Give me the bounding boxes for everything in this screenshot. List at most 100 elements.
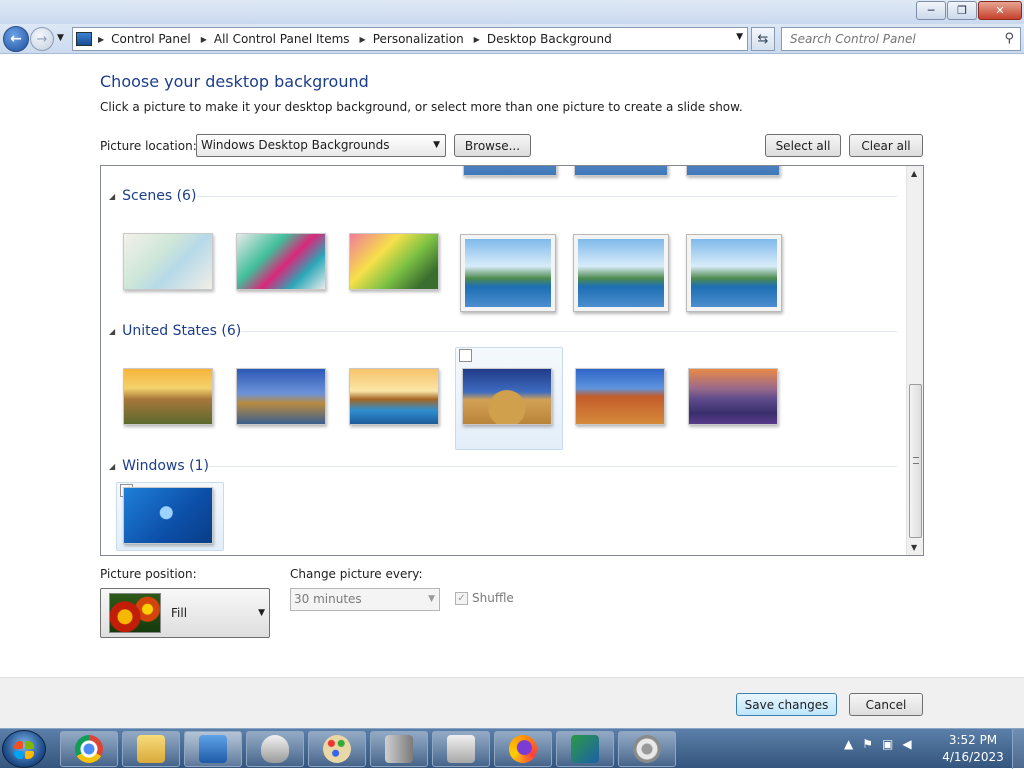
- title-bar: ─ ❐ ✕: [0, 0, 1024, 24]
- chevron-right-icon[interactable]: ▶: [98, 35, 104, 44]
- firefox-icon: [509, 735, 537, 763]
- taskbar-display[interactable]: [556, 731, 614, 767]
- collapse-triangle-icon[interactable]: ◢: [109, 327, 115, 336]
- group-title: Windows (1): [122, 458, 209, 474]
- taskbar-firefox[interactable]: [494, 731, 552, 767]
- wallpaper-thumbnail[interactable]: [686, 166, 780, 176]
- back-arrow-icon: ←: [10, 31, 22, 47]
- chevron-down-icon: ▼: [433, 140, 440, 150]
- breadcrumb-personalization[interactable]: Personalization: [373, 32, 464, 46]
- volume-icon[interactable]: ◀: [902, 737, 911, 751]
- wallpaper-thumbnail[interactable]: [575, 368, 665, 425]
- gallery-scrollbar[interactable]: ▲ ▼: [906, 166, 923, 555]
- position-preview-image: [109, 593, 161, 633]
- forward-button[interactable]: →: [30, 27, 54, 51]
- scroll-up-arrow-icon[interactable]: ▲: [911, 169, 917, 178]
- recent-pages-dropdown[interactable]: ▼: [57, 33, 64, 43]
- chevron-right-icon[interactable]: ▶: [474, 35, 480, 44]
- wallpaper-thumbnail[interactable]: [123, 233, 213, 290]
- change-picture-value: 30 minutes: [294, 592, 362, 606]
- control-panel-icon: [76, 32, 92, 46]
- page-title: Choose your desktop background: [100, 72, 369, 91]
- wallpaper-gallery[interactable]: ◢ Scenes (6) ◢ United States (6) ◢ Windo…: [100, 165, 924, 556]
- thumbnail-checkbox[interactable]: [459, 349, 472, 362]
- address-bar[interactable]: ▶ Control Panel ▶ All Control Panel Item…: [72, 27, 748, 51]
- picture-position-select[interactable]: Fill ▼: [100, 588, 270, 638]
- picture-position-value: Fill: [171, 606, 188, 620]
- collapse-triangle-icon[interactable]: ◢: [109, 192, 115, 201]
- forward-arrow-icon: →: [36, 31, 48, 47]
- cancel-button[interactable]: Cancel: [849, 693, 923, 716]
- wallpaper-thumbnail[interactable]: [123, 487, 213, 544]
- picture-location-select[interactable]: Windows Desktop Backgrounds ▼: [196, 134, 446, 157]
- collapse-triangle-icon[interactable]: ◢: [109, 462, 115, 471]
- action-center-icon[interactable]: ⚑: [862, 737, 873, 751]
- search-box[interactable]: ⚲: [781, 27, 1021, 51]
- shuffle-checkbox: ✓ Shuffle: [455, 591, 514, 605]
- breadcrumb-desktop-background[interactable]: Desktop Background: [487, 32, 612, 46]
- search-input[interactable]: [790, 32, 990, 46]
- wallpaper-thumbnail[interactable]: [349, 368, 439, 425]
- group-divider: [197, 196, 897, 197]
- back-button[interactable]: ←: [3, 26, 29, 52]
- wallpaper-thumbnail[interactable]: [573, 234, 669, 312]
- wallpaper-thumbnail[interactable]: [236, 233, 326, 290]
- taskbar-chrome[interactable]: [60, 731, 118, 767]
- printer-icon: [447, 735, 475, 763]
- checkbox-icon: ✓: [455, 591, 468, 605]
- wallpaper-thumbnail[interactable]: [688, 368, 778, 425]
- file-explorer-icon: [137, 735, 165, 763]
- taskbar-control-panel[interactable]: [184, 731, 242, 767]
- taskbar-speaker[interactable]: [618, 731, 676, 767]
- scrollbar-thumb[interactable]: [909, 384, 922, 538]
- breadcrumb-all-items[interactable]: All Control Panel Items: [214, 32, 350, 46]
- wallpaper-thumbnail[interactable]: [462, 368, 552, 425]
- browse-button[interactable]: Browse...: [454, 134, 531, 157]
- group-divider: [209, 466, 897, 467]
- network-icon[interactable]: ▣: [882, 737, 893, 751]
- search-icon[interactable]: ⚲: [1004, 31, 1014, 46]
- taskbar-explorer[interactable]: [122, 731, 180, 767]
- save-changes-button[interactable]: Save changes: [736, 693, 837, 716]
- chrome-icon: [75, 735, 103, 763]
- page-description: Click a picture to make it your desktop …: [100, 100, 743, 114]
- scroll-down-arrow-icon[interactable]: ▼: [911, 543, 917, 552]
- wallpaper-thumbnail[interactable]: [574, 166, 668, 176]
- taskbar-mouse[interactable]: [246, 731, 304, 767]
- start-button[interactable]: [2, 730, 46, 768]
- caption-buttons: ─ ❐ ✕: [915, 1, 1022, 20]
- chevron-right-icon[interactable]: ▶: [201, 35, 207, 44]
- refresh-button[interactable]: ⇆: [751, 27, 775, 51]
- wallpaper-thumbnail[interactable]: [463, 166, 557, 176]
- speaker-icon: [633, 735, 661, 763]
- shuffle-label: Shuffle: [472, 591, 514, 605]
- control-panel-icon: [199, 735, 227, 763]
- wallpaper-thumbnail[interactable]: [349, 233, 439, 290]
- wallpaper-thumbnail[interactable]: [686, 234, 782, 312]
- group-header-scenes[interactable]: ◢ Scenes (6): [109, 188, 196, 204]
- maximize-button[interactable]: ❐: [947, 1, 977, 20]
- select-all-button[interactable]: Select all: [765, 134, 841, 157]
- taskbar-server[interactable]: [370, 731, 428, 767]
- footer-bar: Save changes Cancel: [0, 677, 1024, 728]
- taskbar-printer[interactable]: [432, 731, 490, 767]
- taskbar-paint[interactable]: [308, 731, 366, 767]
- windows-logo-icon: [14, 741, 34, 759]
- wallpaper-thumbnail[interactable]: [460, 234, 556, 312]
- clock[interactable]: 3:52 PM 4/16/2023: [940, 732, 1006, 766]
- wallpaper-thumbnail[interactable]: [236, 368, 326, 425]
- minimize-button[interactable]: ─: [916, 1, 946, 20]
- show-hidden-icons-icon[interactable]: ▲: [844, 737, 853, 751]
- clear-all-button[interactable]: Clear all: [849, 134, 923, 157]
- close-button[interactable]: ✕: [978, 1, 1022, 20]
- breadcrumb-control-panel[interactable]: Control Panel: [111, 32, 191, 46]
- show-desktop-button[interactable]: [1012, 729, 1024, 769]
- wallpaper-thumbnail[interactable]: [123, 368, 213, 425]
- group-header-united-states[interactable]: ◢ United States (6): [109, 323, 241, 339]
- server-icon: [385, 735, 413, 763]
- chevron-down-icon[interactable]: ▼: [736, 32, 743, 42]
- picture-location-label: Picture location:: [100, 139, 197, 153]
- chevron-right-icon[interactable]: ▶: [360, 35, 366, 44]
- change-picture-select: 30 minutes ▼: [290, 588, 440, 611]
- group-header-windows[interactable]: ◢ Windows (1): [109, 458, 209, 474]
